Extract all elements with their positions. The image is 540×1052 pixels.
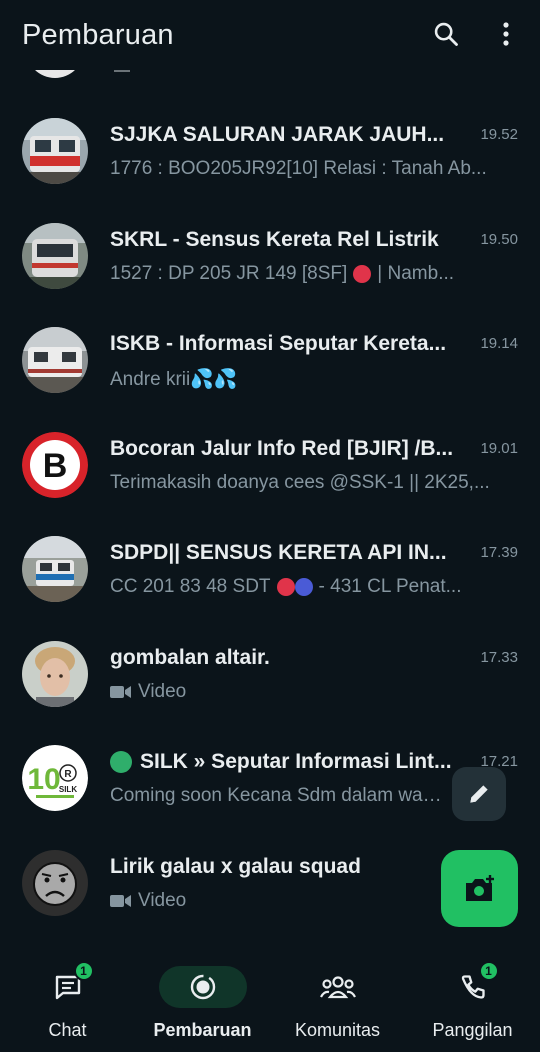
- chat-badge: 1: [73, 961, 94, 981]
- train-photo-icon: [22, 327, 88, 393]
- red-circle-emoji: [276, 578, 295, 596]
- header-actions: [426, 14, 526, 54]
- pencil-icon: [470, 785, 488, 803]
- chat-time: 17.39: [480, 544, 518, 561]
- nav-label: Pembaruan: [153, 1020, 252, 1040]
- chat-title: SILK » Seputar Informasi Lint...: [110, 750, 460, 774]
- chat-row[interactable]: ISKB - Informasi Seputar Kereta... 19.14…: [0, 309, 540, 414]
- chat-preview: Video: [110, 681, 505, 703]
- chat-row[interactable]: SJJKA SALURAN JARAK JAUH... 19.52 1776 :…: [0, 100, 540, 205]
- chat-time: 19.14: [480, 335, 518, 352]
- video-camera-icon: [110, 894, 131, 907]
- nav-pembaruan[interactable]: Pembaruan: [135, 952, 270, 1052]
- silk-logo-icon: 10 R SILK: [22, 745, 88, 811]
- nav-komunitas[interactable]: Komunitas: [270, 952, 405, 1052]
- nav-chat[interactable]: 1 Chat: [0, 952, 135, 1052]
- chat-preview: Coming soon Kecana Sdm dalam wak...: [110, 785, 445, 806]
- svg-text:SILK: SILK: [59, 785, 77, 794]
- video-camera-icon: [110, 685, 131, 698]
- chat-row[interactable]: SKRL - Sensus Kereta Rel Listrik 19.50 1…: [0, 205, 540, 310]
- search-button[interactable]: [426, 14, 466, 54]
- chat-title: Bocoran Jalur Info Red [BJIR] /B...: [110, 436, 454, 460]
- person-photo-icon: [22, 640, 88, 707]
- chat-title: ISKB - Informasi Seputar Kereta...: [110, 332, 447, 355]
- camera-status-button[interactable]: [441, 850, 518, 927]
- chat-title: SDPD|| SENSUS KERETA API IN...: [110, 541, 447, 564]
- train-photo-icon: [22, 118, 88, 184]
- chat-time: 19.01: [480, 439, 518, 457]
- letter-b-logo-icon: B: [22, 431, 88, 498]
- green-circle-emoji: [110, 751, 132, 773]
- chat-time: 17.33: [480, 648, 518, 666]
- calls-badge: 1: [478, 961, 499, 981]
- nav-panggilan[interactable]: 1 Panggilan: [405, 952, 540, 1052]
- page-title: Pembaruan: [22, 18, 174, 51]
- partial-preview: [114, 70, 130, 72]
- blue-circle-emoji: [294, 578, 313, 596]
- edit-text-status-button[interactable]: [452, 767, 506, 821]
- app-window: Pembaruan SJJKA SALURAN JARAK JAUH... 19…: [0, 0, 540, 1052]
- svg-text:B: B: [43, 447, 68, 485]
- chat-title: SKRL - Sensus Kereta Rel Listrik: [110, 227, 439, 251]
- camera-plus-icon: [465, 874, 494, 901]
- chat-preview: Terimakasih doanya cees @SSK-1 || 2K25,.…: [110, 471, 490, 493]
- nav-label: Komunitas: [294, 1020, 381, 1040]
- search-icon: [434, 22, 458, 46]
- sad-face-icon: [22, 849, 88, 916]
- chat-time: 19.52: [480, 126, 518, 143]
- svg-text:R: R: [64, 769, 72, 780]
- train-photo-icon: [22, 222, 88, 289]
- chat-title: gombalan altair.: [110, 645, 270, 669]
- svg-text:10: 10: [27, 763, 60, 796]
- nav-label: Panggilan: [432, 1020, 513, 1040]
- chat-row[interactable]: B Bocoran Jalur Info Red [BJIR] /B... 19…: [0, 414, 540, 519]
- chat-title: Lirik galau x galau squad: [110, 854, 361, 878]
- chat-preview: CC 201 83 48 SDT - 431 CL Penat...: [110, 576, 462, 597]
- train-photo-icon: [22, 536, 88, 602]
- more-options-button[interactable]: [486, 14, 526, 54]
- chat-preview: 1527 : DP 205 JR 149 [8SF] | Namb...: [110, 262, 455, 284]
- bottom-navigation: 1 Chat Pembaruan Komunitas 1 Panggilan: [0, 952, 540, 1052]
- more-vertical-icon: [503, 22, 509, 46]
- nav-label: Chat: [48, 1020, 87, 1040]
- top-bar: Pembaruan: [0, 0, 540, 70]
- community-icon: [319, 976, 356, 999]
- updates-icon: [190, 974, 215, 1000]
- chat-time: 19.50: [480, 230, 518, 248]
- chat-row[interactable]: gombalan altair. 17.33 Video: [0, 623, 540, 728]
- chat-title: SJJKA SALURAN JARAK JAUH...: [110, 123, 445, 146]
- chat-preview: Andre krii💦💦: [110, 369, 238, 390]
- chat-preview: 1776 : BOO205JR92[10] Relasi : Tanah Ab.…: [110, 158, 487, 179]
- red-circle-emoji: [353, 264, 372, 283]
- chat-row[interactable]: SDPD|| SENSUS KERETA API IN... 17.39 CC …: [0, 518, 540, 623]
